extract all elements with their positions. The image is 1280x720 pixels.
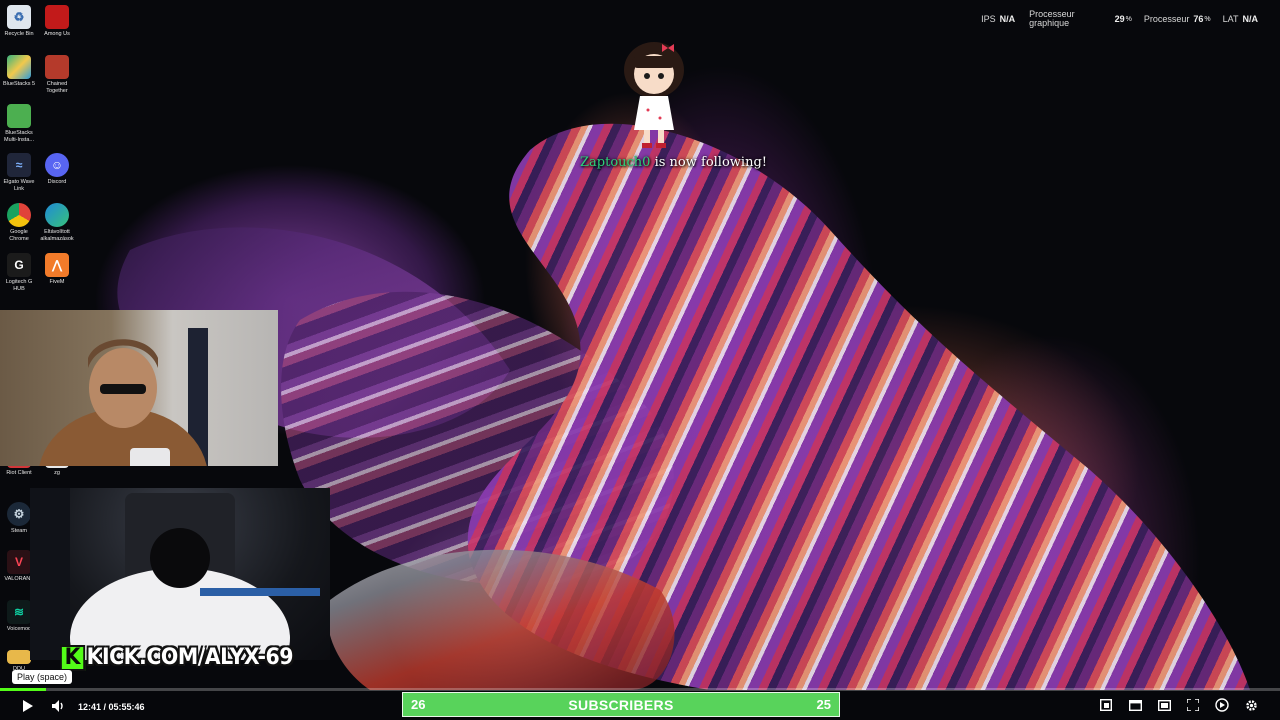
desktop-icon-bluestacks-multi: BlueStacks Multi-Insta... (0, 104, 38, 144)
desktop-icon-label: Discord (47, 179, 67, 185)
kick-logo-icon: K (60, 645, 85, 671)
among-us-icon (45, 5, 69, 29)
desktop-icon-logitech-ghub: G Logitech G HUB (0, 253, 38, 293)
steam-icon: ⚙ (7, 502, 31, 526)
stream-video[interactable]: ♻ Recycle Bin Among Us BlueStacks 5 Chai… (0, 0, 1280, 690)
ips-value: N/A (999, 14, 1016, 24)
theater-mode-button[interactable] (1098, 698, 1114, 712)
desktop-icon-label: BlueStacks Multi-Insta... (4, 130, 34, 143)
chrome-icon (7, 203, 31, 227)
follow-alert-text: Zaptouch0 is now following! (580, 155, 767, 170)
valorant-icon: V (7, 550, 31, 574)
folder-icon (7, 650, 31, 664)
desktop-icon-recycle-bin: ♻ Recycle Bin (0, 5, 38, 38)
bluestacks-multi-icon (7, 104, 31, 128)
discord-icon: ☺ (45, 153, 69, 177)
play-button[interactable] (20, 697, 36, 715)
desktop-icon-chrome: Google Chrome (0, 203, 38, 243)
desktop-icon-label: Chained Together (46, 81, 68, 94)
volume-icon (51, 700, 63, 712)
performance-overlay: IPS N/A Processeur graphique 29 % Proces… (981, 10, 1258, 28)
ips-stat: IPS N/A (981, 14, 1015, 24)
seek-bar-progress (0, 688, 47, 691)
gear-icon (1245, 699, 1257, 711)
fivem-icon: ⋀ (45, 253, 69, 277)
desktop-icon-edge: Eltávolított alkalmazások (38, 203, 76, 243)
clip-icon (1128, 699, 1142, 711)
webcam-bottom (30, 488, 330, 660)
desktop-icon-among-us: Among Us (38, 5, 76, 38)
play-tooltip: Play (space) (12, 670, 73, 684)
lat-label: LAT (1222, 14, 1239, 24)
anime-girl-alert-image (624, 42, 684, 148)
kick-url-text: KICK.COM/ALYX-69 (86, 645, 294, 670)
cpu-stat: Processeur 76 % (1144, 14, 1211, 24)
desktop-icon-elgato-wave-link: ≈ Elgato Wave Link (0, 153, 38, 193)
elgato-wave-link-icon: ≈ (7, 153, 31, 177)
desktop-icon-label: zg (54, 470, 60, 476)
kick-channel-overlay: K KICK.COM/ALYX-69 (60, 645, 294, 671)
desktop-icon-label: Eltávolított alkalmazások (40, 229, 74, 242)
theater-icon (1157, 699, 1171, 711)
desktop-icon-fivem: ⋀ FiveM (38, 253, 76, 286)
theater-button[interactable] (1156, 698, 1172, 712)
clip-button[interactable] (1127, 698, 1143, 712)
desktop-icon-label: FiveM (49, 279, 65, 285)
desktop-icon-label: Recycle Bin (4, 31, 34, 37)
play-icon (23, 700, 33, 712)
recycle-bin-icon: ♻ (7, 5, 31, 29)
volume-button[interactable] (50, 697, 66, 715)
desktop-icon-bluestacks: BlueStacks 5 (0, 55, 38, 88)
gpu-label-line2: graphique (1029, 18, 1070, 28)
webcam-top (0, 310, 278, 466)
player-controls: 12:41 / 05:55:46 (0, 693, 1280, 720)
desktop-icon-label: Google Chrome (9, 229, 29, 242)
picture-in-picture-icon (1100, 699, 1112, 711)
gpu-stat: 29 % (1111, 14, 1132, 24)
bluestacks-icon (7, 55, 31, 79)
speed-icon (1215, 698, 1229, 712)
playback-speed-button[interactable] (1214, 698, 1230, 712)
gpu-value: 29 (1114, 14, 1125, 24)
desktop-icon-chained-together: Chained Together (38, 55, 76, 95)
chained-together-icon (45, 55, 69, 79)
lat-stat: LAT N/A (1223, 14, 1258, 24)
cpu-unit: % (1204, 15, 1211, 23)
lat-value: N/A (1242, 14, 1259, 24)
fullscreen-button[interactable] (1185, 698, 1201, 712)
cpu-value: 76 (1193, 14, 1204, 24)
desktop-icon-label: Among Us (44, 31, 70, 37)
playback-time: 12:41 / 05:55:46 (78, 702, 145, 712)
settings-button[interactable] (1243, 698, 1259, 712)
ips-label: IPS (981, 14, 996, 24)
edge-icon (45, 203, 69, 227)
gamer-webcam-image (30, 488, 320, 660)
logitech-ghub-icon: G (7, 253, 31, 277)
seek-bar[interactable] (0, 688, 1280, 691)
gpu-stat-label: Processeur graphique (1029, 10, 1075, 28)
gpu-unit: % (1125, 15, 1132, 23)
voicemod-icon: ≋ (7, 600, 31, 624)
desktop-icon-label: Riot Client (6, 470, 32, 476)
desktop-icon-label: Elgato Wave Link (3, 179, 35, 192)
desktop-icon-discord: ☺ Discord (38, 153, 76, 186)
streamer-webcam-image (39, 328, 208, 466)
cpu-label: Processeur (1143, 14, 1190, 24)
fullscreen-icon (1187, 699, 1199, 711)
follower-username: Zaptouch0 (580, 155, 651, 170)
follow-message: is now following! (650, 155, 767, 170)
desktop-icon-label: Logitech G HUB (5, 279, 33, 292)
desktop-icon-label: BlueStacks 5 (2, 81, 36, 87)
